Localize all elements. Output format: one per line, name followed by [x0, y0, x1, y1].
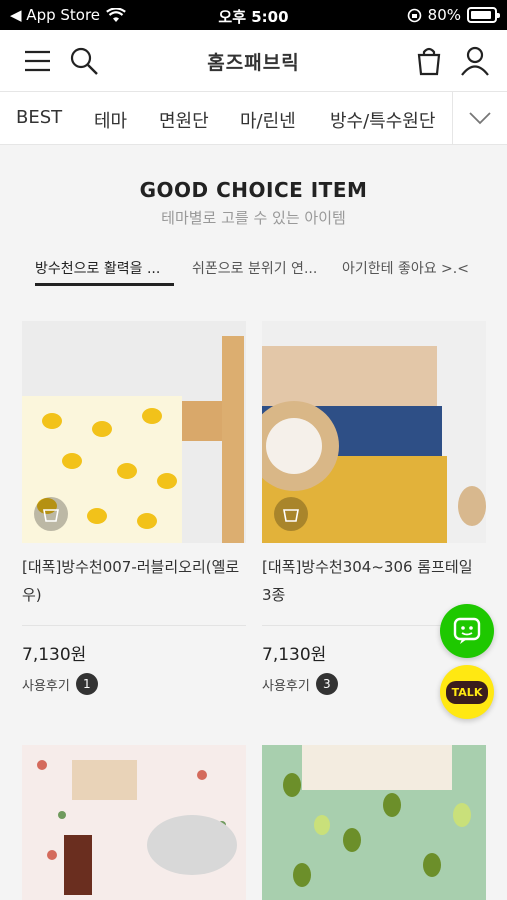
tab-waterproof[interactable]: 방수천으로 활력을 ...	[35, 258, 174, 286]
category-waterproof[interactable]: 방수/특수원단	[330, 107, 435, 133]
product-card[interactable]	[262, 745, 486, 900]
tab-baby[interactable]: 아기한테 좋아요 >.<	[342, 258, 469, 286]
section-subtitle: 테마별로 고를 수 있는 아이템	[161, 209, 346, 227]
product-card[interactable]: [대폭]방수천007-러블리오리(옐로우) 7,130원 사용후기 1	[22, 321, 246, 695]
product-card[interactable]	[22, 745, 246, 900]
shopping-bag-icon[interactable]	[413, 45, 445, 77]
review-info: 사용후기 1	[22, 673, 246, 695]
category-best[interactable]: BEST	[16, 107, 62, 128]
add-to-cart-icon[interactable]	[274, 497, 308, 531]
category-expand-button[interactable]	[452, 92, 507, 144]
product-image-tile[interactable]	[262, 321, 486, 543]
add-to-cart-icon[interactable]	[34, 497, 68, 531]
battery-percent: 80%	[427, 6, 461, 24]
chat-icon	[453, 617, 481, 644]
product-image-duck[interactable]	[22, 321, 246, 543]
product-title[interactable]: [대폭]방수천007-러블리오리(옐로우)	[22, 553, 246, 609]
user-icon[interactable]	[459, 45, 491, 77]
review-count-badge: 1	[75, 673, 98, 695]
status-bar: ◀ App Store 오후 5:00 80%	[0, 0, 507, 30]
category-theme[interactable]: 테마	[94, 107, 127, 133]
product-image-floral[interactable]	[22, 745, 246, 900]
theme-tabs: 방수천으로 활력을 ... 쉬폰으로 분위기 연... 아기한테 좋아요 >.<	[35, 258, 495, 288]
category-nav: BEST 테마 면원단 마/린넨 방수/특수원단	[0, 92, 507, 145]
tab-chiffon[interactable]: 쉬폰으로 분위기 연...	[192, 258, 317, 286]
review-label: 사용후기	[262, 678, 310, 694]
chevron-down-icon	[469, 112, 491, 125]
category-cotton[interactable]: 면원단	[159, 107, 209, 133]
section-title: GOOD CHOICE ITEM	[139, 178, 368, 202]
divider	[22, 625, 246, 626]
orientation-lock-icon	[407, 8, 421, 22]
chat-button[interactable]	[440, 604, 494, 658]
kakao-talk-label: TALK	[445, 680, 489, 704]
app-header: 홈즈패브릭	[0, 30, 507, 92]
review-label: 사용후기	[22, 678, 70, 694]
product-price: 7,130원	[22, 645, 87, 665]
product-image-avocado[interactable]	[262, 745, 486, 900]
battery-icon	[467, 7, 500, 23]
review-count-badge: 3	[315, 673, 338, 695]
category-linen[interactable]: 마/린넨	[240, 107, 296, 133]
kakao-talk-button[interactable]: TALK	[440, 665, 494, 719]
product-title[interactable]: [대폭]방수천304~306 롬프테일 3종	[262, 553, 486, 609]
